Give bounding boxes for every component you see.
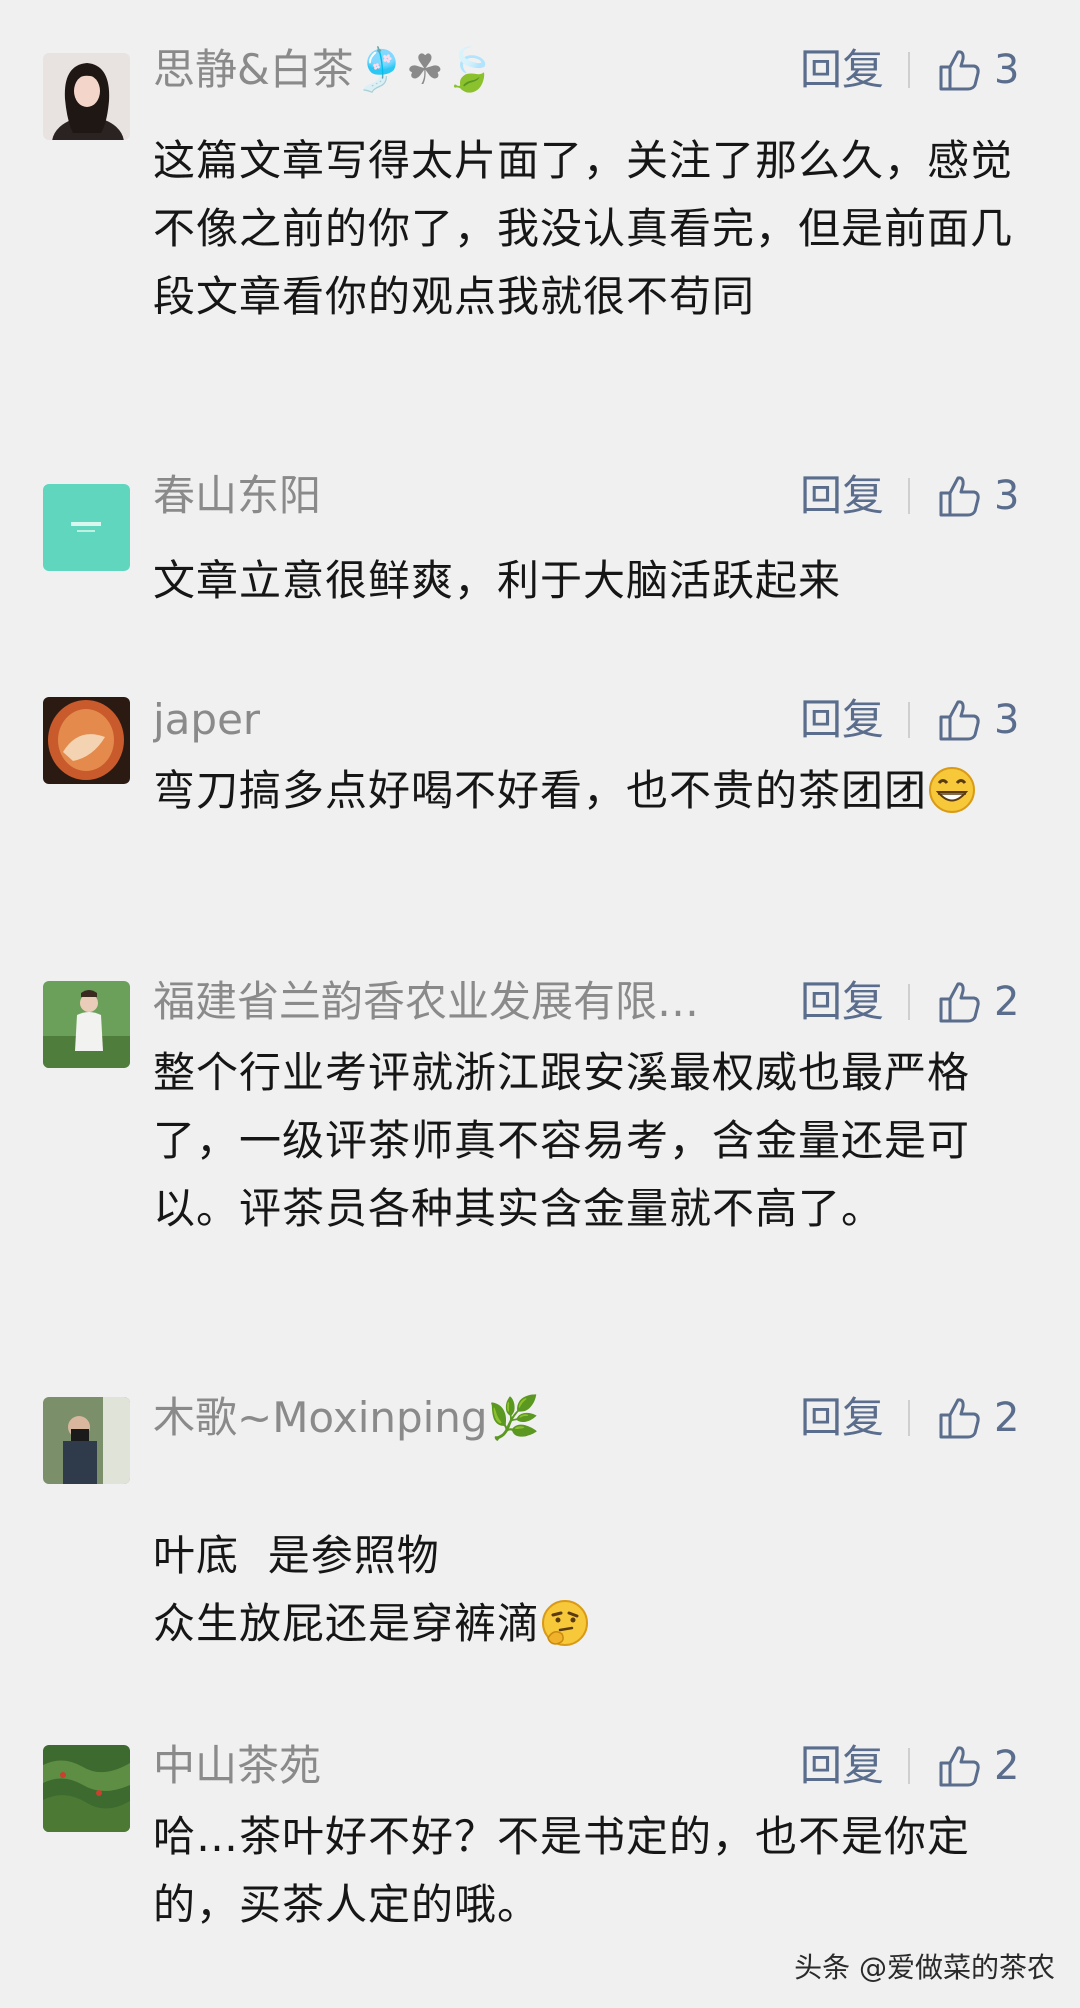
avatar[interactable]	[43, 484, 130, 571]
reply-button[interactable]: 回复	[800, 690, 884, 750]
like-count: 2	[994, 979, 1020, 1025]
thumbs-up-icon[interactable]	[936, 979, 982, 1025]
comment-text: 这篇文章写得太片面了，关注了那么久，感觉不像之前的你了，我没认真看完，但是前面几…	[153, 136, 1014, 321]
like-count: 3	[994, 697, 1020, 743]
thumbs-up-icon[interactable]	[936, 473, 982, 519]
avatar[interactable]	[43, 1397, 130, 1484]
grin-emoji-icon	[927, 765, 977, 815]
commenter-name[interactable]: 思静&白茶🎐☘🍃	[153, 40, 496, 100]
divider	[908, 984, 911, 1020]
comment-text-line: 众生放屁还是穿裤滴	[153, 1590, 1033, 1658]
comment-actions: 回复 3	[800, 466, 1040, 526]
comment-text: 哈…茶叶好不好？不是书定的，也不是你定的，买茶人定的哦。	[153, 1812, 971, 1929]
reply-button[interactable]: 回复	[800, 466, 884, 526]
divider	[908, 702, 911, 738]
thumbs-up-icon[interactable]	[936, 697, 982, 743]
reply-button[interactable]: 回复	[800, 972, 884, 1032]
avatar[interactable]	[43, 981, 130, 1068]
divider	[908, 52, 911, 88]
thumbs-up-icon[interactable]	[936, 1743, 982, 1789]
comment-text: 叶底 是参照物众生放屁还是穿裤滴	[153, 1522, 1033, 1658]
commenter-name[interactable]: japer	[153, 690, 260, 750]
avatar[interactable]	[43, 1745, 130, 1832]
commenter-name[interactable]: 中山茶苑	[153, 1736, 321, 1796]
thumbs-up-icon[interactable]	[936, 1395, 982, 1441]
commenter-name[interactable]: 木歌~Moxinping🌿	[153, 1388, 540, 1448]
comment-text: 文章立意很鲜爽，利于大脑活跃起来	[153, 556, 842, 605]
comment-text: 弯刀搞多点好喝不好看，也不贵的茶团团	[153, 757, 1033, 825]
reply-button[interactable]: 回复	[800, 1736, 884, 1796]
comment-text: 整个行业考评就浙江跟安溪最权威也最严格了，一级评茶师真不容易考，含金量还是可以。…	[153, 1048, 971, 1233]
divider	[908, 1748, 911, 1784]
avatar[interactable]	[43, 53, 130, 140]
thinking-emoji-icon	[540, 1598, 590, 1648]
comment-actions: 回复 2	[800, 972, 1040, 1032]
like-count: 3	[994, 473, 1020, 519]
commenter-name[interactable]: 福建省兰韵香农业发展有限…	[153, 972, 699, 1032]
comment-actions: 回复 3	[800, 690, 1040, 750]
comment-actions: 回复 3	[800, 40, 1040, 100]
watermark: 头条 @爱做菜的茶农	[794, 1951, 1055, 1984]
comment-text-content: 弯刀搞多点好喝不好看，也不贵的茶团团	[153, 766, 928, 815]
avatar[interactable]	[43, 697, 130, 784]
like-count: 2	[994, 1743, 1020, 1789]
comment-text-line: 叶底 是参照物	[153, 1531, 440, 1580]
thumbs-up-icon[interactable]	[936, 47, 982, 93]
comment-text-content: 众生放屁还是穿裤滴	[153, 1599, 541, 1648]
like-count: 3	[994, 47, 1020, 93]
reply-button[interactable]: 回复	[800, 40, 884, 100]
reply-button[interactable]: 回复	[800, 1388, 884, 1448]
comment-actions: 回复 2	[800, 1736, 1040, 1796]
comment-actions: 回复 2	[800, 1388, 1040, 1448]
like-count: 2	[994, 1395, 1020, 1441]
commenter-name[interactable]: 春山东阳	[153, 466, 321, 526]
divider	[908, 1400, 911, 1436]
divider	[908, 478, 911, 514]
